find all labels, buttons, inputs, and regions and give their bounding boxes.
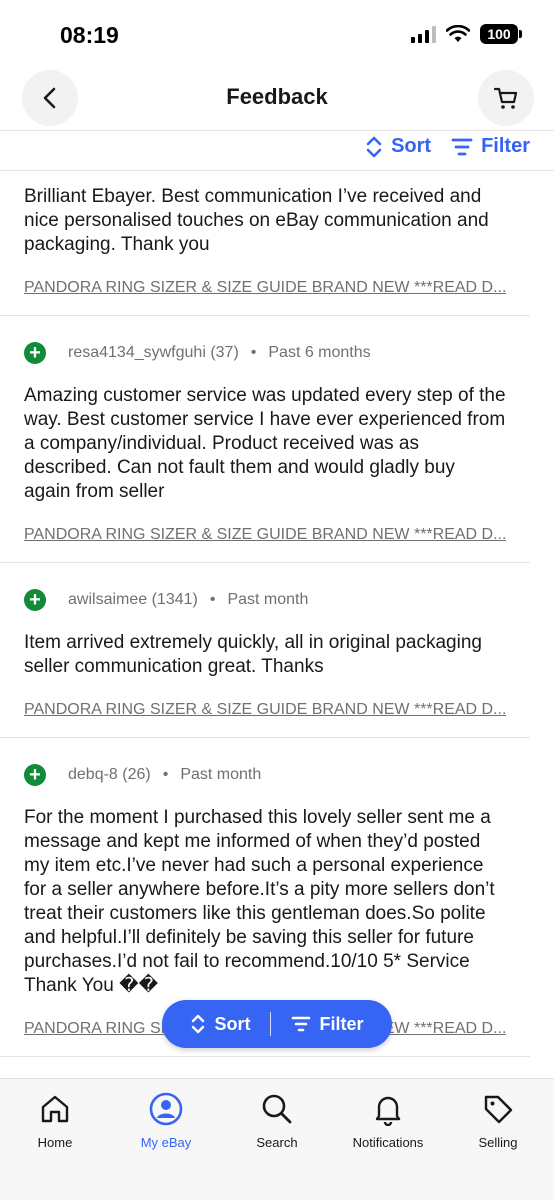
nav-my-ebay-label: My eBay — [140, 1135, 192, 1150]
sort-filter-toolbar: Sort Filter — [0, 130, 554, 170]
sort-icon — [366, 136, 382, 157]
feedback-meta: + debq-8 (26) • Past month — [24, 760, 506, 790]
nav-selling[interactable]: Selling — [443, 1091, 553, 1150]
sort-button[interactable]: Sort — [365, 135, 431, 158]
cart-icon — [493, 87, 518, 109]
pill-separator — [270, 1012, 272, 1036]
filter-icon — [292, 1016, 311, 1032]
feedback-text: Brilliant Ebayer. Best communication I’v… — [24, 186, 489, 255]
feedback-period: Past month — [180, 766, 262, 783]
feedback-item: + resa4134_sywfguhi (37) • Past 6 months… — [0, 338, 530, 563]
nav-home-label: Home — [37, 1135, 73, 1150]
floating-filter-label: Filter — [319, 1013, 364, 1034]
floating-sort-button[interactable]: Sort — [190, 1014, 250, 1035]
feedback-meta: + resa4134_sywfguhi (37) • Past 6 months — [24, 338, 506, 368]
nav-search[interactable]: Search — [222, 1091, 332, 1150]
nav-home[interactable]: Home — [0, 1091, 110, 1150]
separator-dot: • — [162, 766, 169, 783]
floating-sort-filter-bar: Sort Filter — [162, 1000, 392, 1048]
sort-label: Sort — [391, 135, 432, 157]
filter-label: Filter — [481, 135, 530, 157]
positive-rating-icon: + — [24, 342, 46, 364]
sort-icon — [192, 1014, 205, 1034]
feedback-user: debq-8 (26) — [68, 766, 151, 783]
feedback-period: Past month — [227, 591, 309, 608]
feedback-item: + awilsaimee (1341) • Past month Item ar… — [0, 585, 530, 738]
search-icon — [262, 1094, 292, 1124]
nav-notifications-label: Notifications — [352, 1135, 424, 1150]
battery-icon: 100 — [480, 24, 522, 44]
positive-rating-icon: + — [24, 589, 46, 611]
nav-notifications[interactable]: Notifications — [333, 1091, 443, 1150]
positive-rating-icon: + — [24, 764, 46, 786]
feedback-text: For the moment I purchased this lovely s… — [24, 807, 495, 996]
header: Feedback — [0, 70, 554, 130]
status-icons: 100 — [411, 24, 522, 44]
feedback-text: Item arrived extremely quickly, all in o… — [24, 632, 482, 677]
signal-icon — [411, 25, 436, 43]
floating-sort-label: Sort — [214, 1013, 251, 1034]
separator-dot: • — [250, 344, 257, 361]
tag-icon — [484, 1095, 513, 1124]
nav-my-ebay[interactable]: My eBay — [111, 1091, 221, 1150]
bottom-navigation: Home My eBay Search Notifications Sellin… — [0, 1078, 554, 1200]
filter-button[interactable]: Filter — [451, 135, 530, 158]
floating-filter-button[interactable]: Filter — [291, 1013, 364, 1035]
status-bar: 08:19 100 — [0, 0, 554, 70]
feedback-user: resa4134_sywfguhi (37) — [68, 344, 239, 361]
feedback-item: Brilliant Ebayer. Best communication I’v… — [0, 171, 530, 316]
feedback-item-link[interactable]: PANDORA RING SIZER & SIZE GUIDE BRAND NE… — [24, 526, 506, 562]
nav-search-label: Search — [256, 1135, 298, 1150]
page-title: Feedback — [226, 84, 328, 109]
status-time: 08:19 — [60, 22, 119, 48]
nav-selling-label: Selling — [478, 1135, 518, 1150]
feedback-text: Amazing customer service was updated eve… — [24, 385, 506, 502]
feedback-period: Past 6 months — [268, 344, 371, 361]
feedback-item-link[interactable]: PANDORA RING SIZER & SIZE GUIDE BRAND NE… — [24, 279, 506, 315]
feedback-item-link[interactable]: PANDORA RING SIZER & SIZE GUIDE BRAND NE… — [24, 701, 506, 737]
cart-button[interactable] — [478, 70, 534, 126]
feedback-meta: + awilsaimee (1341) • Past month — [24, 585, 506, 615]
separator-dot: • — [209, 591, 216, 608]
wifi-icon — [446, 25, 470, 42]
user-icon — [149, 1092, 183, 1126]
filter-icon — [451, 138, 473, 155]
feedback-user: awilsaimee (1341) — [68, 591, 198, 608]
feedback-list: Brilliant Ebayer. Best communication I’v… — [0, 171, 554, 1057]
home-icon — [41, 1095, 69, 1123]
bell-icon — [375, 1096, 401, 1126]
